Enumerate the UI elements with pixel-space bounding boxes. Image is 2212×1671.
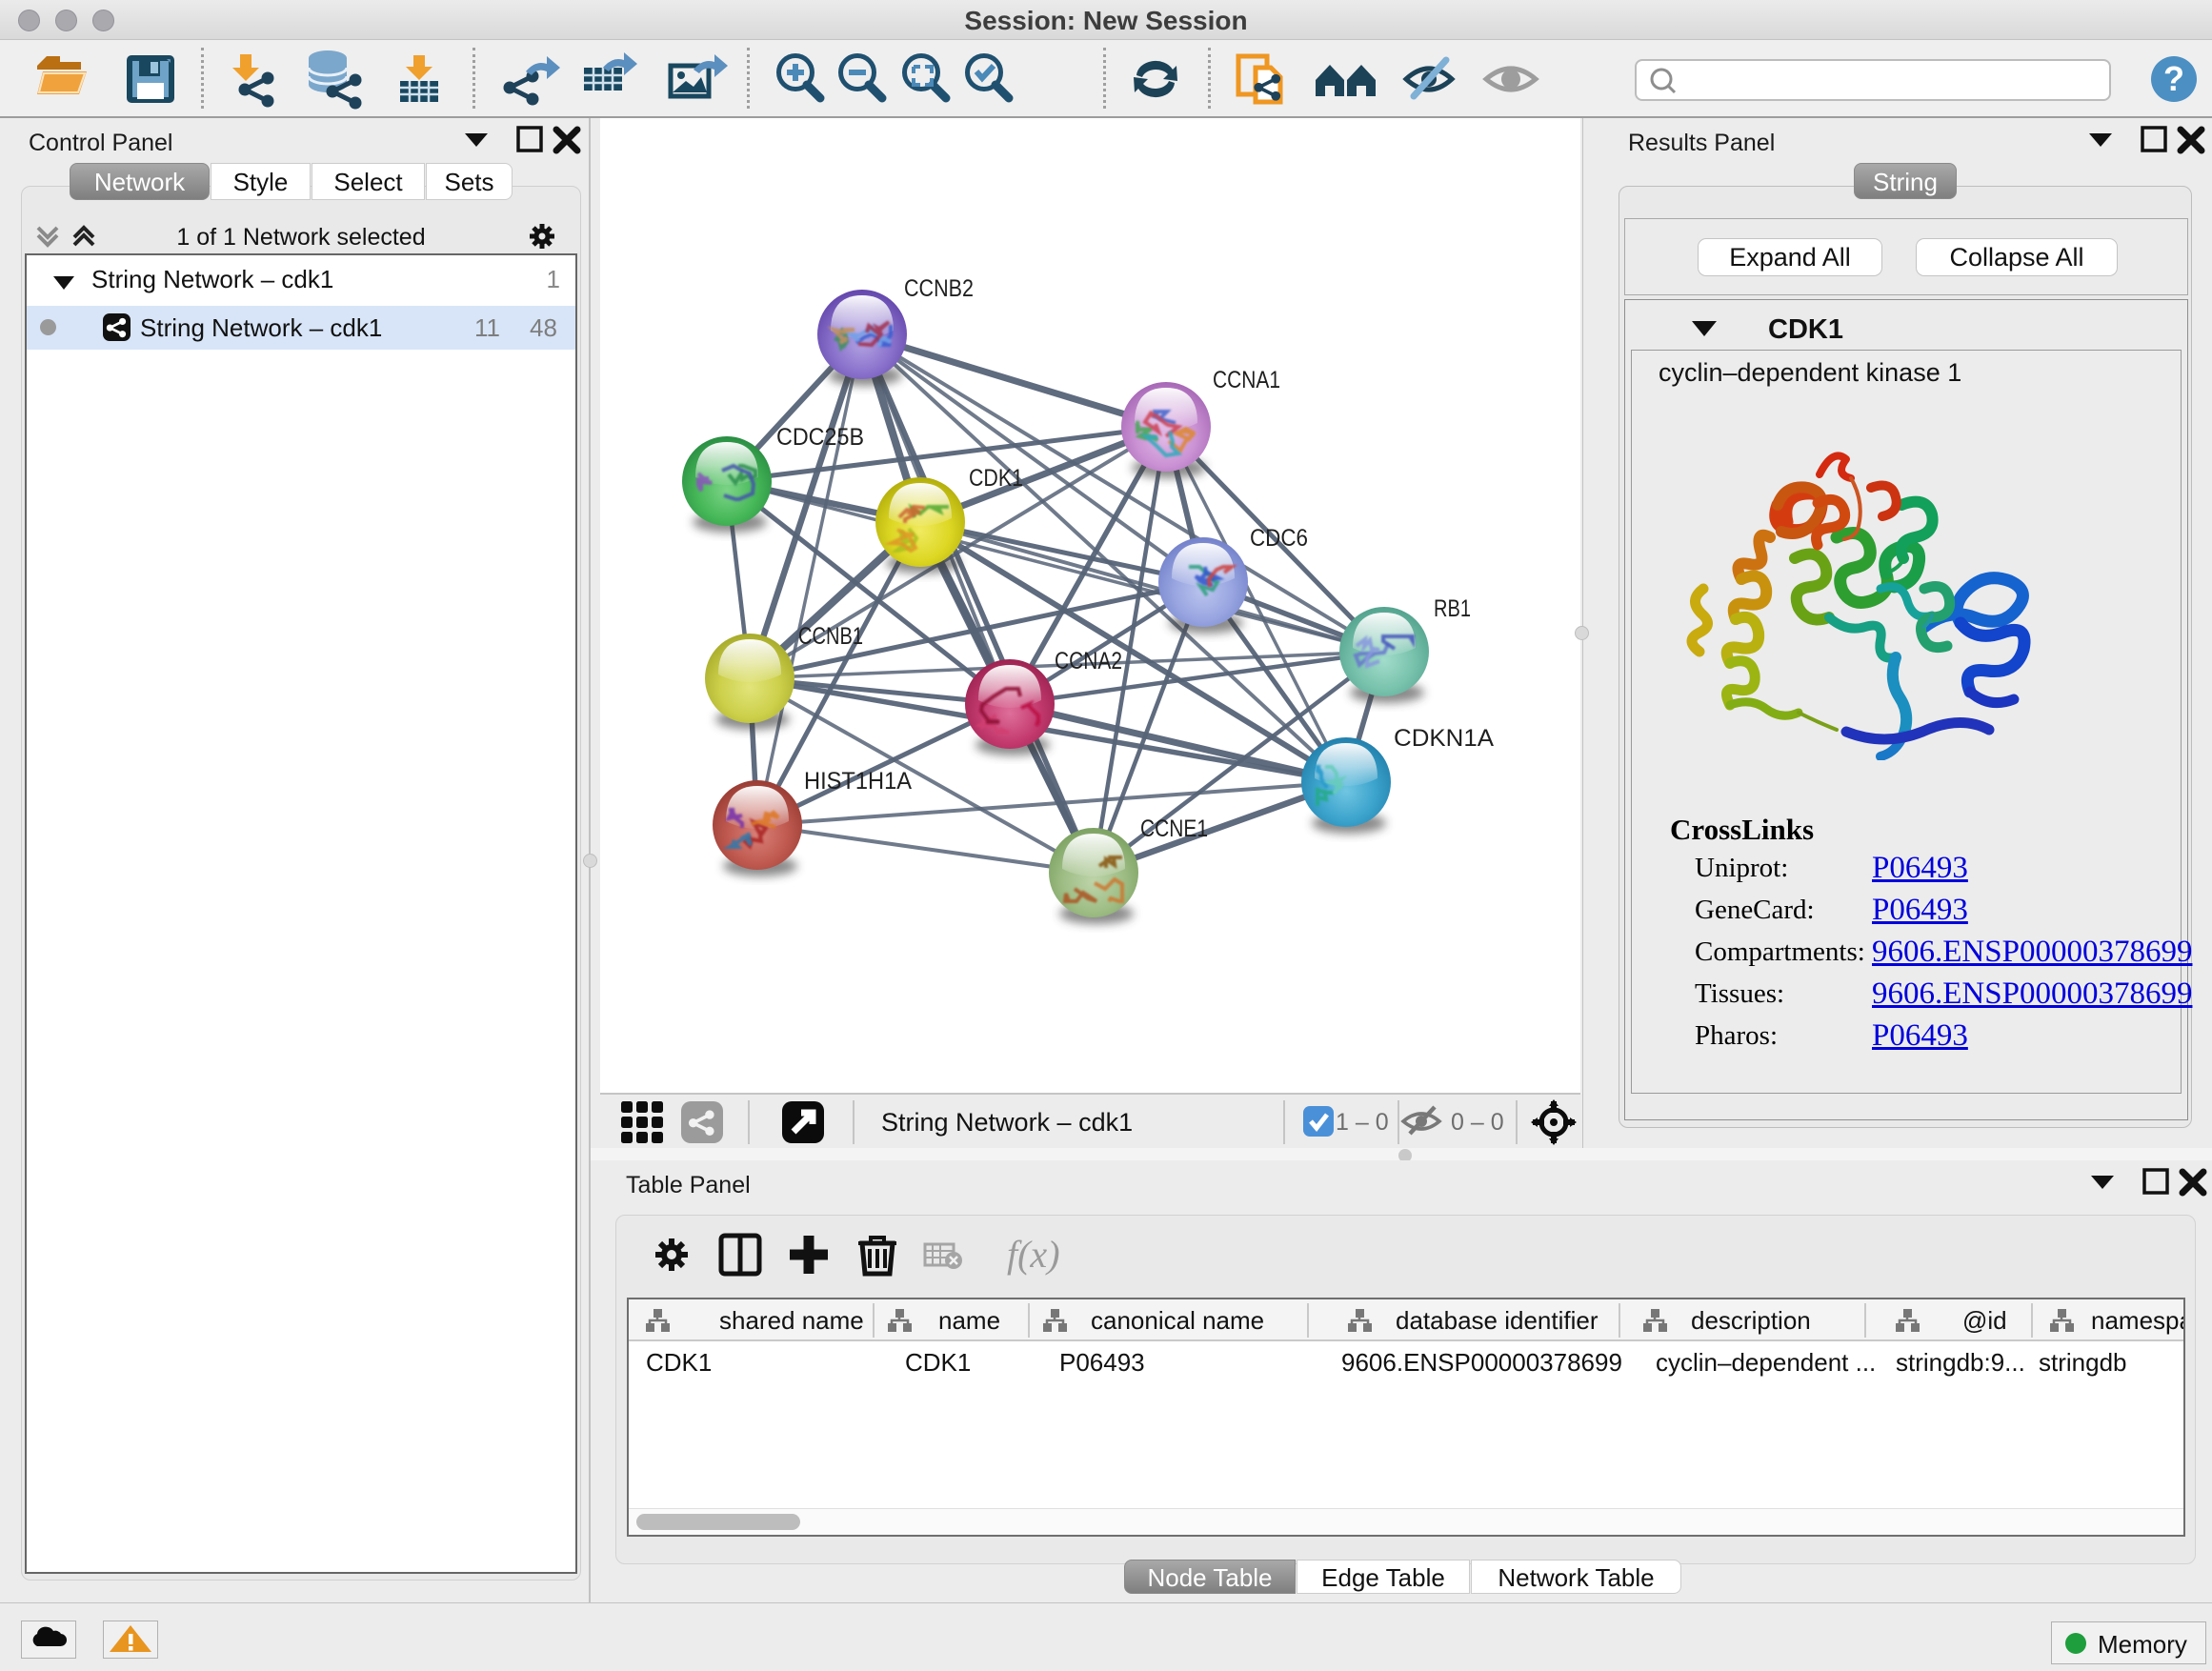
svg-text:namespace: namespace [2091,1306,2183,1335]
svg-text:CCNE1: CCNE1 [1140,815,1208,842]
svg-text:CCNA2: CCNA2 [1055,648,1122,674]
svg-text:@id: @id [1962,1306,2007,1335]
svg-text:0 – 0: 0 – 0 [1451,1109,1504,1136]
svg-text:HIST1H1A: HIST1H1A [804,768,912,795]
svg-text:String Network – cdk1: String Network – cdk1 [881,1108,1133,1137]
svg-text:?: ? [2163,59,2184,98]
svg-text:CDC25B: CDC25B [776,424,864,451]
svg-text:1 of 1 Network selected: 1 of 1 Network selected [176,224,425,251]
svg-text:1 – 0: 1 – 0 [1336,1109,1389,1136]
svg-text:CDKN1A: CDKN1A [1394,725,1494,752]
svg-text:RB1: RB1 [1434,595,1471,622]
svg-text:CCNB2: CCNB2 [904,275,974,302]
svg-text:canonical name: canonical name [1091,1306,1264,1335]
svg-text:f(x): f(x) [1007,1233,1060,1276]
svg-text:shared name: shared name [719,1306,864,1335]
svg-text:CCNB1: CCNB1 [798,623,863,650]
svg-text:name: name [938,1306,1000,1335]
svg-text:database identifier: database identifier [1396,1306,1599,1335]
svg-text:CDC6: CDC6 [1250,525,1308,552]
svg-text:CDK1: CDK1 [969,465,1023,492]
svg-text:description: description [1691,1306,1811,1335]
svg-text:CCNA1: CCNA1 [1213,367,1280,393]
